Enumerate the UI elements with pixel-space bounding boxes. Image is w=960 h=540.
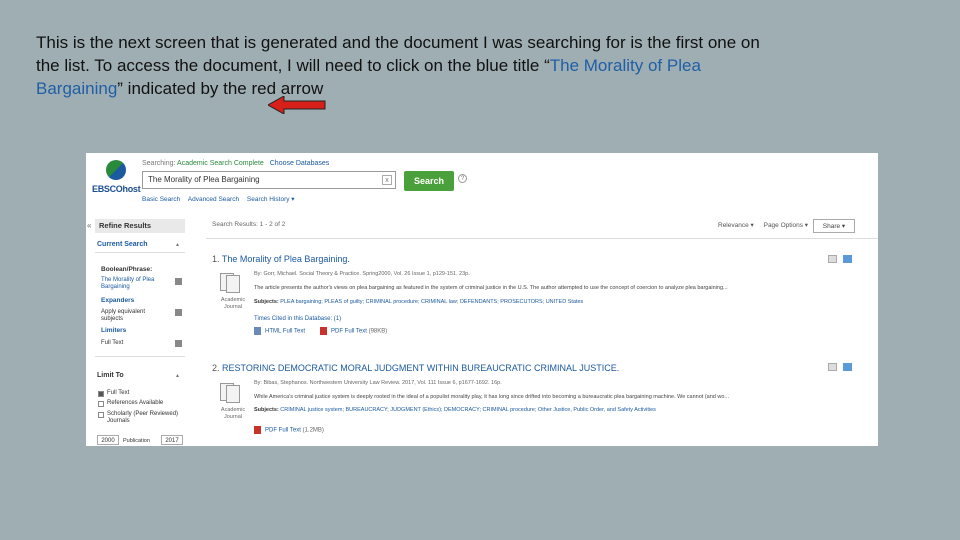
subjects-value[interactable]: PLEA bargaining; PLEAS of guilty; CRIMIN… — [280, 299, 583, 305]
divider — [95, 252, 185, 253]
full-text-label: Full Text — [107, 390, 130, 396]
chevron-up-icon[interactable]: ▴ — [176, 241, 179, 248]
divider — [206, 238, 878, 239]
result-2-title[interactable]: 2. RESTORING DEMOCRATIC MORAL JUDGMENT W… — [212, 363, 619, 373]
help-icon[interactable]: ? — [458, 174, 467, 183]
expanders-label: Expanders — [101, 297, 135, 304]
collapse-icon[interactable]: « — [87, 221, 91, 230]
result-number: 2. — [212, 363, 220, 373]
caption-highlight-2: Bargaining — [36, 79, 118, 98]
remove-icon[interactable] — [175, 309, 182, 316]
pdf-icon — [254, 426, 261, 434]
red-arrow-icon — [268, 96, 326, 114]
share-button[interactable]: Share ▾ — [813, 219, 855, 233]
search-box[interactable]: x — [142, 171, 396, 189]
result-1-subjects: Subjects: PLEA bargaining; PLEAS of guil… — [254, 299, 583, 305]
divider — [95, 356, 185, 357]
result-1-type: Academic Journal — [220, 297, 246, 310]
pdf-full-text-link[interactable]: PDF Full Text (1.2MB) — [254, 426, 324, 434]
result-2-abstract: While America's criminal justice system … — [254, 394, 730, 400]
academic-journal-icon — [220, 383, 244, 403]
page-icon — [226, 275, 240, 293]
search-mode-links: Basic Search Advanced Search Search Hist… — [142, 195, 301, 203]
searching-line: Searching: Academic Search Complete Choo… — [142, 160, 329, 167]
scholarly-label: Scholarly (Peer Reviewed) Journals — [107, 411, 179, 424]
result-number: 1. — [212, 254, 220, 264]
year-from-input[interactable]: 2000 — [97, 435, 119, 445]
boolean-phrase-label: Boolean/Phrase: — [101, 266, 153, 273]
file-size: (1.2MB) — [302, 427, 324, 434]
result-title-link[interactable]: RESTORING DEMOCRATIC MORAL JUDGMENT WITH… — [222, 363, 619, 373]
limit-to-heading: Limit To — [97, 372, 124, 379]
ebsco-screenshot: EBSCOhost Searching: Academic Search Com… — [86, 153, 878, 446]
add-to-folder-icon[interactable] — [843, 255, 852, 263]
relevance-dropdown[interactable]: Relevance ▾ — [718, 222, 754, 229]
search-header: EBSCOhost Searching: Academic Search Com… — [86, 153, 878, 215]
search-history-link[interactable]: Search History ▾ — [247, 196, 295, 203]
results-area: Search Results: 1 - 2 of 2 Relevance ▾ P… — [206, 215, 878, 446]
remove-icon[interactable] — [175, 278, 182, 285]
subjects-value[interactable]: CRIMINAL justice system; BUREAUCRACY; JU… — [280, 407, 656, 413]
references-label: References Available — [107, 400, 164, 406]
pdf-full-text-link[interactable]: PDF Full Text (98KB) — [320, 327, 387, 335]
html-icon — [254, 327, 261, 335]
limiters-label: Limiters — [101, 327, 127, 334]
caption-line-2: the list. To access the document, I will… — [36, 54, 916, 77]
slide-caption: This is the next screen that is generate… — [36, 31, 916, 100]
publication-label: Publication — [123, 438, 150, 444]
current-search-heading[interactable]: Current Search — [97, 241, 148, 248]
result-1-title[interactable]: 1. The Morality of Plea Bargaining. — [212, 254, 350, 264]
refine-sidebar: « Refine Results Current Search ▴ Boolea… — [87, 219, 185, 446]
database-name: Academic Search Complete — [177, 160, 264, 167]
references-checkbox[interactable] — [98, 401, 104, 407]
subjects-label: Subjects: — [254, 299, 279, 305]
refine-results-header: Refine Results — [95, 219, 185, 233]
current-search-label: Current Search — [97, 241, 148, 248]
academic-journal-icon — [220, 273, 244, 293]
advanced-search-link[interactable]: Advanced Search — [188, 196, 239, 203]
add-to-folder-icon[interactable] — [843, 363, 852, 371]
chevron-up-icon[interactable]: ▴ — [176, 372, 179, 379]
results-tools: Relevance ▾ Page Options ▾ — [718, 221, 816, 229]
result-2-type: Academic Journal — [220, 407, 246, 420]
preview-icon[interactable] — [828, 363, 837, 371]
result-1-meta: By: Gorr, Michael. Social Theory & Pract… — [254, 271, 470, 277]
file-size: (98KB) — [368, 328, 388, 335]
html-full-text-link[interactable]: HTML Full Text — [254, 327, 305, 335]
choose-databases-link[interactable]: Choose Databases — [270, 160, 330, 167]
ebsco-logo-text: EBSCOhost — [92, 184, 141, 194]
caption-highlight: The Morality of Plea — [549, 56, 701, 75]
times-cited-link[interactable]: Times Cited in this Database: (1) — [254, 316, 341, 322]
scholarly-checkbox[interactable] — [98, 412, 104, 418]
caption-line-1: This is the next screen that is generate… — [36, 33, 760, 52]
result-2-subjects: Subjects: CRIMINAL justice system; BUREA… — [254, 407, 656, 413]
year-to-input[interactable]: 2017 — [161, 435, 183, 445]
remove-icon[interactable] — [175, 340, 182, 347]
limiter-value: Full Text — [101, 340, 124, 346]
results-summary: Search Results: 1 - 2 of 2 — [212, 221, 286, 228]
html-full-text-label: HTML Full Text — [265, 328, 306, 335]
subjects-label: Subjects: — [254, 407, 279, 413]
page-icon — [226, 385, 240, 403]
search-button[interactable]: Search — [404, 171, 454, 191]
pdf-icon — [320, 327, 327, 335]
searching-label: Searching: — [142, 160, 176, 167]
caption-line-3: Bargaining” indicated by the red arrow — [36, 77, 916, 100]
expander-value: Apply equivalent subjects — [101, 309, 146, 322]
result-title-link[interactable]: The Morality of Plea Bargaining. — [222, 254, 350, 264]
basic-search-link[interactable]: Basic Search — [142, 196, 180, 203]
caption-text: the list. To access the document, I will… — [36, 56, 550, 75]
pdf-full-text-label: PDF Full Text — [265, 427, 301, 434]
result-1-abstract: The article presents the author's views … — [254, 285, 728, 291]
page-options-dropdown[interactable]: Page Options ▾ — [764, 222, 808, 229]
ebsco-logo-icon — [106, 160, 126, 180]
preview-icon[interactable] — [828, 255, 837, 263]
result-2-meta: By: Bibas, Stephanos. Northwestern Unive… — [254, 380, 502, 386]
full-text-checkbox[interactable] — [98, 391, 104, 397]
boolean-phrase-value[interactable]: The Morality of Plea Bargaining — [101, 277, 167, 291]
clear-icon[interactable]: x — [382, 175, 392, 185]
pdf-full-text-label: PDF Full Text — [331, 328, 367, 335]
search-input[interactable] — [148, 175, 378, 184]
